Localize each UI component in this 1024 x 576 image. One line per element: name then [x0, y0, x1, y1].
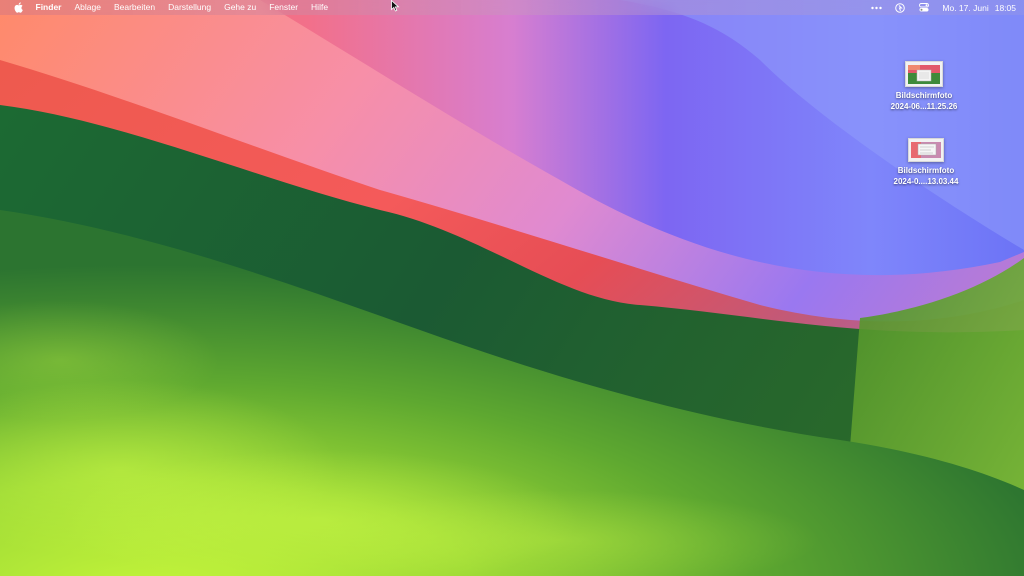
menu-finder[interactable]: Finder [29, 0, 68, 15]
screenshot-file-icon [905, 61, 943, 87]
menu-gehe-zu[interactable]: Gehe zu [218, 0, 263, 15]
screenshot-file-icon [908, 138, 944, 162]
menu-bearbeiten[interactable]: Bearbeiten [107, 0, 161, 15]
menu-bar-left: Finder Ablage Bearbeiten Darstellung Geh… [12, 0, 335, 15]
menu-fenster[interactable]: Fenster [263, 0, 305, 15]
desktop-file-screenshot-1[interactable]: Bildschirmfoto 2024-06...11.25.26 [882, 61, 966, 112]
wallpaper [0, 0, 1024, 576]
apple-logo-icon[interactable] [12, 0, 24, 15]
desktop-file-label: Bildschirmfoto 2024-06...11.25.26 [891, 91, 958, 112]
menu-hilfe[interactable]: Hilfe [305, 0, 335, 15]
desktop[interactable]: Finder Ablage Bearbeiten Darstellung Geh… [0, 0, 1024, 576]
menu-bar-right: Mo. 17. Juni 18:05 [864, 0, 1016, 15]
more-dots-icon[interactable] [869, 0, 883, 15]
file-name-line1: Bildschirmfoto [895, 91, 953, 100]
file-name-line2: 2024-0....13.03.44 [893, 176, 959, 186]
control-center-icon[interactable] [917, 0, 931, 15]
menu-darstellung[interactable]: Darstellung [162, 0, 218, 15]
menu-ablage[interactable]: Ablage [68, 0, 107, 15]
desktop-file-screenshot-2[interactable]: Bildschirmfoto 2024-0....13.03.44 [884, 138, 968, 187]
siri-icon[interactable] [893, 0, 907, 15]
clock-time: 18:05 [994, 2, 1016, 13]
mouse-pointer-icon [391, 0, 400, 12]
menu-bar: Finder Ablage Bearbeiten Darstellung Geh… [0, 0, 1024, 15]
file-name-line1: Bildschirmfoto [897, 166, 955, 175]
file-name-line2: 2024-06...11.25.26 [890, 101, 958, 111]
menu-bar-clock[interactable]: Mo. 17. Juni 18:05 [942, 3, 1016, 13]
clock-date: Mo. 17. Juni [942, 2, 989, 13]
desktop-file-label: Bildschirmfoto 2024-0....13.03.44 [894, 166, 959, 187]
